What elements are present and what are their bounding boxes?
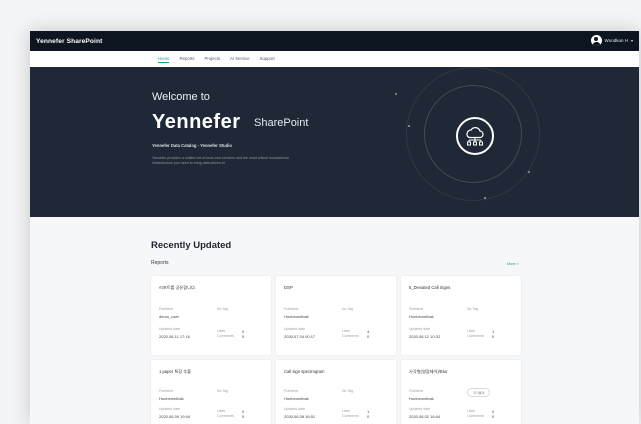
report-card[interactable]: 사각형(영점제어)/Blur Publisher 국가통계 Hunbeomlba…: [401, 360, 521, 424]
updated-label: Updated date: [284, 407, 306, 411]
comments-value: 0: [242, 334, 245, 339]
updated-value: 2020.06.09 19:04: [159, 414, 191, 419]
nav-home[interactable]: Home: [158, 56, 170, 63]
publisher-label: Publisher: [409, 389, 424, 393]
publisher-label: Publisher: [284, 389, 299, 393]
likes-label: Likes: [342, 329, 351, 333]
user-name[interactable]: Woodkun H: [605, 38, 628, 43]
tag-badge[interactable]: 국가통계: [467, 388, 491, 397]
main-nav: Home Reports Projects AI Service Support: [30, 51, 639, 68]
publisher-label: Publisher: [284, 307, 299, 311]
decor-dot: [528, 171, 530, 173]
cloud-network-icon: [456, 117, 494, 155]
top-bar: Yennefer SharePoint Woodkun H ▾: [30, 31, 639, 51]
tag-label: No Tag: [467, 307, 479, 311]
publisher-label: Publisher: [159, 389, 174, 393]
publisher-value: Hunbeomlbak: [284, 396, 309, 401]
section-title: Recently Updated: [151, 240, 232, 251]
app-window: Yennefer SharePoint Woodkun H ▾ Home Rep…: [30, 31, 639, 424]
updated-value: 2020.06.12 10:32: [409, 334, 441, 339]
nav-reports[interactable]: Reports: [179, 56, 194, 63]
avatar-icon[interactable]: [590, 35, 602, 46]
comments-value: 0: [367, 414, 370, 419]
publisher-value: Hunbeomlbak: [284, 314, 309, 319]
card-title[interactable]: 리포트를 공유합니다.: [159, 285, 196, 291]
likes-label: Likes: [217, 409, 226, 413]
nav-support[interactable]: Support: [260, 56, 275, 63]
report-card[interactable]: 리포트를 공유합니다. Publisher No Tag demo_user U…: [151, 276, 271, 355]
publisher-label: Publisher: [409, 307, 424, 311]
report-card[interactable]: 5_Deviated Call Signs Publisher No Tag H…: [401, 276, 521, 355]
report-card[interactable]: DSP Publisher No Tag Hunbeomlbak Updated…: [276, 276, 396, 355]
brand-logo[interactable]: Yennefer SharePoint: [36, 38, 102, 45]
publisher-value: Hunbeomlbak: [409, 314, 434, 319]
comments-value: 0: [492, 334, 495, 339]
updated-label: Updated date: [159, 327, 181, 331]
updated-value: 2020.06.08 16:51: [284, 414, 316, 419]
decor-dot: [408, 125, 410, 127]
comments-label: Comments: [217, 334, 234, 338]
hero-welcome: Welcome to: [152, 91, 210, 103]
comments-value: 0: [367, 334, 370, 339]
tag-label: No Tag: [217, 307, 229, 311]
hero-logo-suffix: SharePoint: [254, 117, 309, 129]
decor-dot: [395, 93, 397, 95]
nav-projects[interactable]: Projects: [205, 56, 221, 63]
updated-label: Updated date: [409, 327, 431, 331]
comments-label: Comments: [342, 334, 359, 338]
report-card[interactable]: 1.paper 특징 추출 Publisher No Tag Hunbeomlb…: [151, 360, 271, 424]
hero-description: Yennefer provides a unified set of tools…: [152, 156, 289, 165]
updated-label: Updated date: [284, 327, 306, 331]
card-title[interactable]: 5_Deviated Call Signs: [409, 285, 450, 290]
decor-dot: [484, 197, 486, 199]
card-title[interactable]: DSP: [284, 285, 293, 290]
tag-label: No Tag: [342, 307, 354, 311]
comments-label: Comments: [467, 334, 484, 338]
likes-label: Likes: [342, 409, 351, 413]
updated-value: 2020.08.11 17:16: [159, 334, 190, 339]
comments-value: 0: [492, 414, 495, 419]
nav-ai-service[interactable]: AI Service: [230, 56, 250, 63]
publisher-label: Publisher: [159, 307, 174, 311]
comments-label: Comments: [217, 414, 234, 418]
hero-logo: Yennefer: [152, 111, 241, 133]
hero-catalog: Yennefer Data Catalog - Yennefer Studio: [152, 143, 232, 148]
comments-label: Comments: [342, 414, 359, 418]
publisher-value: demo_user: [159, 314, 180, 319]
updated-label: Updated date: [409, 407, 431, 411]
card-title[interactable]: 1.paper 특징 추출: [159, 369, 191, 375]
updated-value: 2020.07.04 00:17: [284, 334, 316, 339]
user-menu[interactable]: Woodkun H ▾: [590, 35, 633, 46]
card-title[interactable]: Call sign spectrogram: [284, 369, 325, 374]
likes-label: Likes: [467, 329, 476, 333]
report-card[interactable]: Call sign spectrogram Publisher No Tag H…: [276, 360, 396, 424]
publisher-value: Hunbeomlbak: [409, 396, 434, 401]
recent-section: Recently Updated Reports More > 리포트를 공유합…: [30, 217, 639, 424]
likes-label: Likes: [217, 329, 226, 333]
publisher-value: Hunbeomlbak: [159, 396, 184, 401]
hero-banner: Welcome to Yennefer SharePoint Yennefer …: [30, 67, 639, 217]
comments-value: 0: [242, 414, 245, 419]
updated-value: 2020.06.02 16:44: [409, 414, 441, 419]
chevron-down-icon[interactable]: ▾: [631, 38, 633, 43]
tag-label: No Tag: [342, 389, 354, 393]
more-link[interactable]: More >: [507, 262, 519, 266]
likes-label: Likes: [467, 409, 476, 413]
subsection-title: Reports: [151, 260, 169, 266]
comments-label: Comments: [467, 414, 484, 418]
card-title[interactable]: 사각형(영점제어)/Blur: [409, 369, 447, 375]
updated-label: Updated date: [159, 407, 181, 411]
tag-label: No Tag: [217, 389, 229, 393]
